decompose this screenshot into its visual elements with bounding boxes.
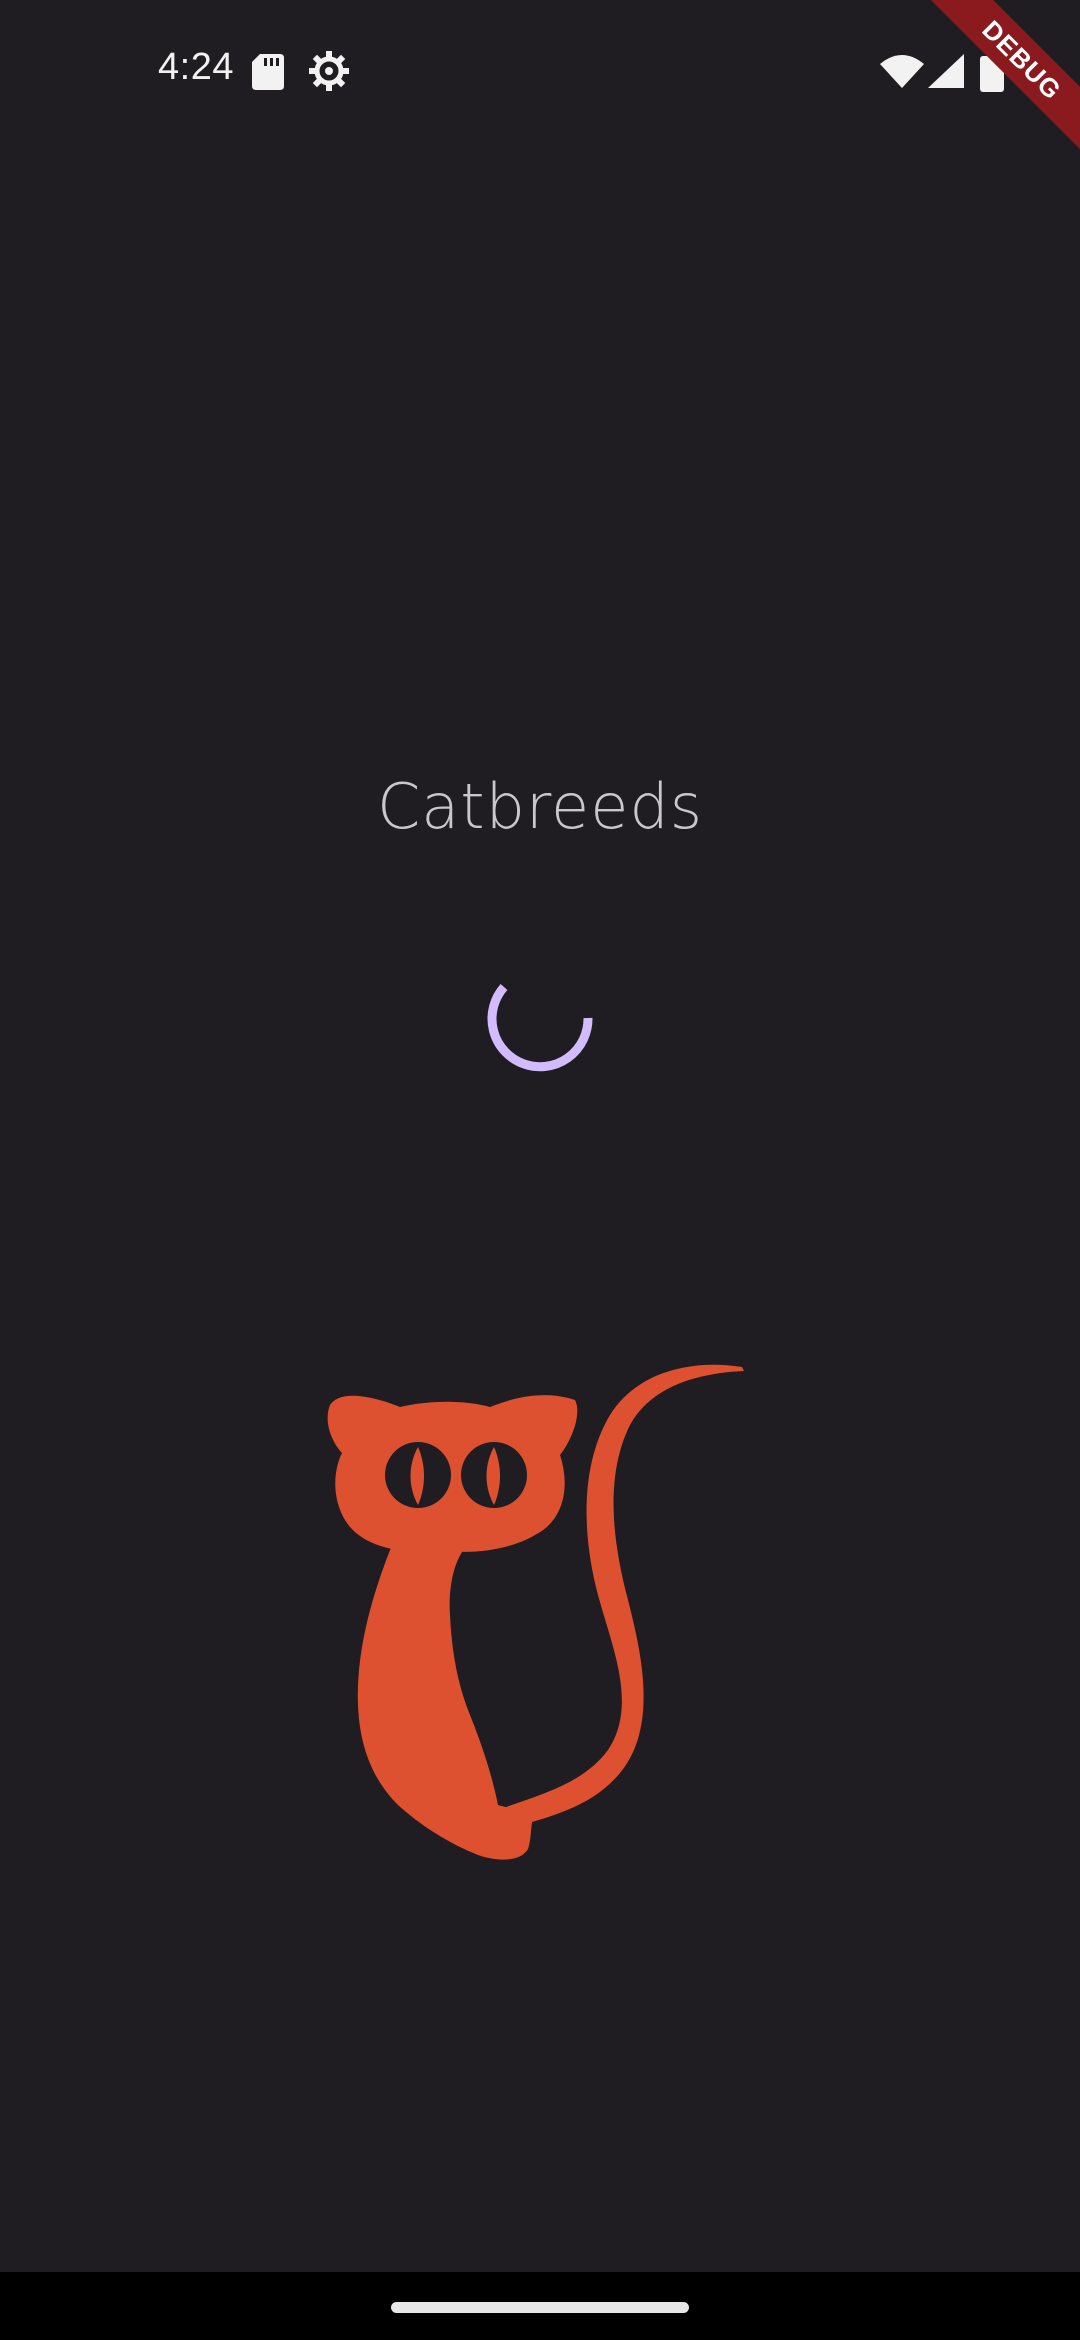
sd-card-icon	[252, 54, 284, 90]
debug-banner-label: DEBUG	[976, 14, 1068, 106]
app-title: Catbreeds	[376, 770, 704, 843]
cat-logo	[327, 1364, 744, 1860]
splash-screen: 4:24 DEBUG Catbreeds	[0, 0, 1080, 2340]
debug-banner: DEBUG	[910, 0, 1080, 170]
loading-spinner	[487, 984, 593, 1072]
navigation-bar	[0, 2272, 1080, 2340]
home-indicator[interactable]	[391, 2302, 689, 2313]
gear-icon	[309, 51, 349, 91]
debug-banner-band: DEBUG	[910, 0, 1080, 170]
status-time: 4:24	[158, 46, 234, 88]
